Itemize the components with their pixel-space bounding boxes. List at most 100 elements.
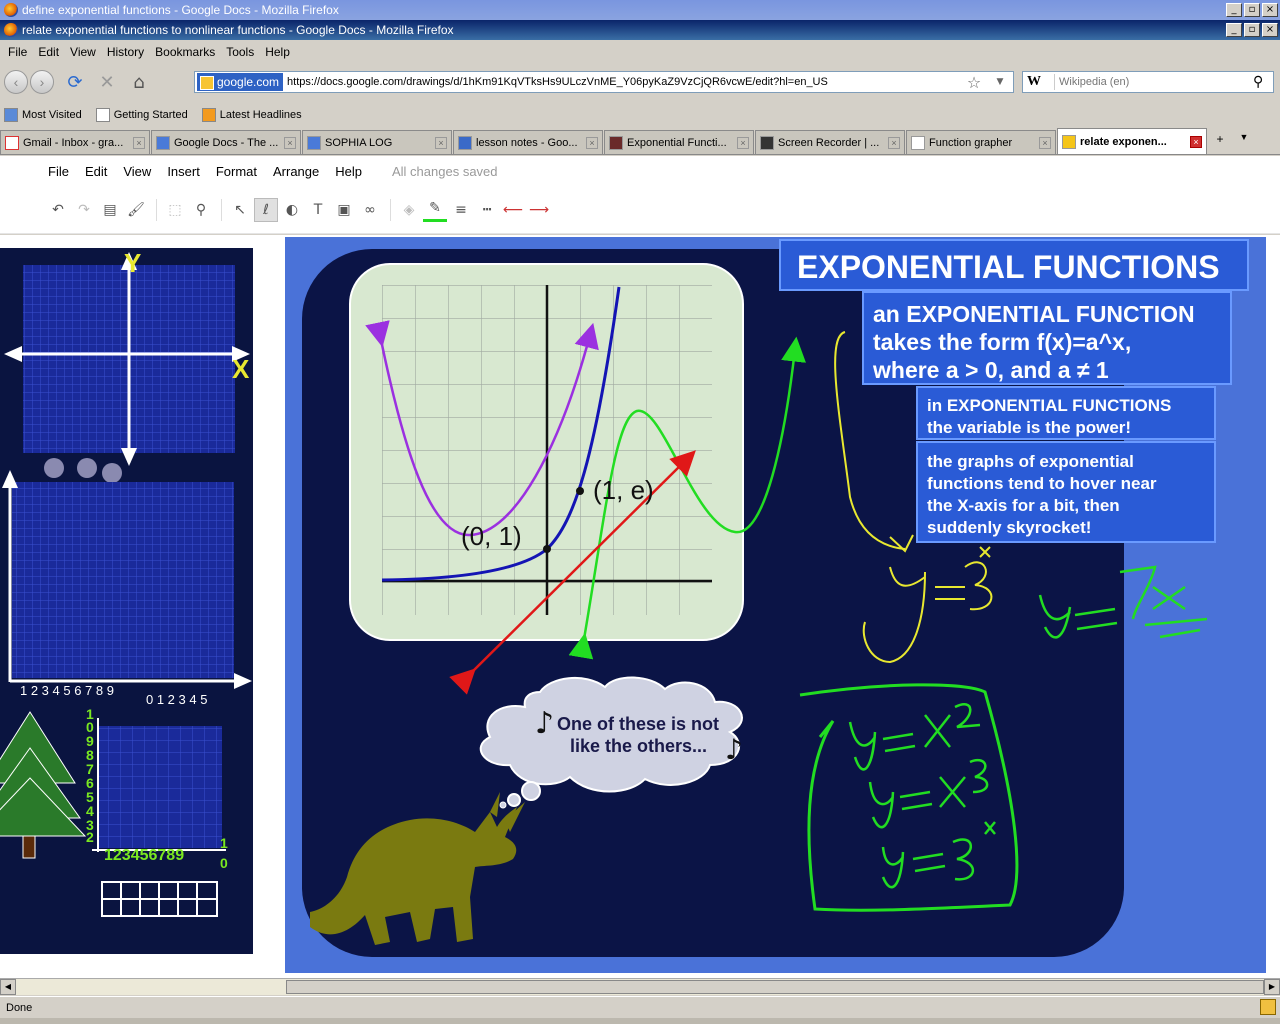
image-icon[interactable]: ▣: [332, 198, 356, 222]
tab-relate-exponential[interactable]: relate exponen... ×: [1057, 128, 1207, 154]
undo-icon[interactable]: ↶: [46, 198, 70, 222]
line-dash-icon[interactable]: ┅: [475, 198, 499, 222]
close-tab-icon[interactable]: ×: [1039, 136, 1051, 149]
shape-tool-icon[interactable]: ◐: [280, 198, 304, 222]
url-dropdown-icon[interactable]: ▼: [987, 77, 1013, 87]
zoom-icon[interactable]: ⚲: [189, 198, 213, 222]
tab-screen-recorder[interactable]: Screen Recorder | ... ×: [755, 130, 905, 154]
docs-menu-arrange[interactable]: Arrange: [273, 164, 319, 179]
fill-color-icon[interactable]: ◈: [397, 198, 421, 222]
docs-menu-help[interactable]: Help: [335, 164, 362, 179]
drawings-icon: [1062, 134, 1076, 149]
menu-edit[interactable]: Edit: [38, 45, 59, 59]
home-icon[interactable]: ⌂: [126, 69, 152, 95]
tab-sophia-log[interactable]: SOPHIA LOG ×: [302, 130, 452, 154]
close-tab-icon[interactable]: ×: [133, 136, 145, 149]
site-identity-button[interactable]: google.com: [197, 73, 284, 91]
horizontal-scrollbar[interactable]: ◀ ▶: [0, 978, 1280, 995]
tab-lesson-notes[interactable]: lesson notes - Goo... ×: [453, 130, 603, 154]
stop-icon[interactable]: ✕: [94, 69, 120, 95]
close-button[interactable]: ×: [1262, 3, 1278, 17]
bookmark-most-visited[interactable]: Most Visited: [4, 108, 82, 122]
scroll-right-icon[interactable]: ▶: [1264, 979, 1280, 995]
paste-icon[interactable]: ▤: [98, 198, 122, 222]
paint-format-icon[interactable]: 🖌: [124, 198, 148, 222]
close-tab-icon[interactable]: ×: [435, 136, 447, 149]
lock-icon[interactable]: [1260, 999, 1276, 1015]
select-arrow-icon[interactable]: ↖: [228, 198, 252, 222]
zoom-fit-icon[interactable]: ⬚: [163, 198, 187, 222]
docs-menu-view[interactable]: View: [123, 164, 151, 179]
back-button[interactable]: ‹: [4, 70, 28, 94]
background-window-titlebar[interactable]: define exponential functions - Google Do…: [0, 0, 1280, 20]
line-weight-icon[interactable]: ≡: [449, 198, 473, 222]
address-bar[interactable]: google.com ☆ ▼: [194, 71, 1014, 93]
point-0-1-label: (0, 1): [461, 521, 522, 551]
scroll-left-icon[interactable]: ◀: [0, 979, 16, 995]
search-engine-icon[interactable]: W: [1023, 74, 1055, 90]
docs-menu-format[interactable]: Format: [216, 164, 257, 179]
scribble-tool-icon[interactable]: ℓ: [254, 197, 278, 222]
menu-tools[interactable]: Tools: [226, 45, 254, 59]
maximize-button[interactable]: ▫: [1244, 3, 1260, 17]
line-end-icon[interactable]: ⟶: [527, 198, 551, 222]
active-window-titlebar[interactable]: relate exponential functions to nonlinea…: [0, 20, 1280, 40]
search-input[interactable]: [1055, 76, 1253, 88]
dot: [102, 463, 122, 483]
link-icon[interactable]: ∞: [358, 198, 382, 222]
close-tab-icon[interactable]: ×: [1190, 135, 1202, 148]
axis-y-label: Y: [124, 248, 141, 278]
line-start-icon[interactable]: ⟵: [501, 198, 525, 222]
point-1-e-dot: [576, 487, 584, 495]
forward-button[interactable]: ›: [30, 70, 54, 94]
tab-list-icon[interactable]: ▼: [1232, 132, 1256, 154]
toolbar-divider: [390, 198, 391, 221]
page-icon: [95, 108, 110, 122]
menu-history[interactable]: History: [107, 45, 144, 59]
docs-menu-edit[interactable]: Edit: [85, 164, 107, 179]
text-box-icon[interactable]: T: [306, 198, 330, 222]
tab-google-docs[interactable]: Google Docs - The ... ×: [151, 130, 301, 154]
new-tab-icon[interactable]: +: [1208, 132, 1232, 154]
close-tab-icon[interactable]: ×: [888, 136, 900, 149]
drawing-slide[interactable]: (0, 1) (1, e) EXPONENTIAL FUNCTIONS an E…: [285, 237, 1266, 973]
close-tab-icon[interactable]: ×: [737, 136, 749, 149]
bookmark-star-icon[interactable]: ☆: [961, 73, 987, 92]
line-color-icon[interactable]: ✎: [423, 198, 447, 222]
toolbar-divider: [156, 198, 157, 221]
scrollbar-thumb[interactable]: [286, 980, 1264, 994]
document-icon: [458, 135, 472, 150]
reload-icon[interactable]: ⟳: [62, 69, 88, 95]
minimize-button[interactable]: _: [1226, 23, 1242, 37]
close-tab-icon[interactable]: ×: [284, 136, 296, 149]
bookmark-getting-started[interactable]: Getting Started: [95, 108, 188, 122]
bookmark-latest-headlines[interactable]: Latest Headlines: [201, 108, 302, 122]
maximize-button[interactable]: ▫: [1244, 23, 1260, 37]
redo-icon[interactable]: ↷: [72, 198, 96, 222]
music-note-icon: ♪: [535, 706, 554, 741]
site-icon: [609, 135, 623, 150]
tab-gmail[interactable]: Gmail - Inbox - gra... ×: [0, 130, 150, 154]
search-bar[interactable]: W ⚲: [1022, 71, 1274, 93]
docs-menu-insert[interactable]: Insert: [167, 164, 200, 179]
tab-exponential-functions[interactable]: Exponential Functi... ×: [604, 130, 754, 154]
docs-menu-file[interactable]: File: [48, 164, 69, 179]
firefox-icon: [4, 23, 18, 37]
menu-file[interactable]: File: [8, 45, 27, 59]
tab-function-grapher[interactable]: Function grapher ×: [906, 130, 1056, 154]
slide-title: EXPONENTIAL FUNCTIONS: [797, 249, 1220, 285]
minimize-button[interactable]: _: [1226, 3, 1242, 17]
close-tab-icon[interactable]: ×: [586, 136, 598, 149]
menu-view[interactable]: View: [70, 45, 96, 59]
url-input[interactable]: [283, 76, 961, 88]
close-button[interactable]: ×: [1262, 23, 1278, 37]
music-note-icon: ♪: [725, 733, 743, 766]
active-window-title: relate exponential functions to nonlinea…: [22, 23, 454, 37]
menu-bookmarks[interactable]: Bookmarks: [155, 45, 215, 59]
bookmark-folder-icon: [4, 108, 18, 122]
slide-graphics: (0, 1) (1, e) EXPONENTIAL FUNCTIONS an E…: [302, 239, 1249, 957]
docs-icon: [156, 135, 170, 150]
search-icon[interactable]: ⚲: [1253, 74, 1273, 90]
menu-help[interactable]: Help: [265, 45, 290, 59]
left-drawing-panel[interactable]: Y X 1 2 3 4 5 6 7 8 9 0 1 2 3 4 5 1 0 9 …: [0, 248, 253, 954]
